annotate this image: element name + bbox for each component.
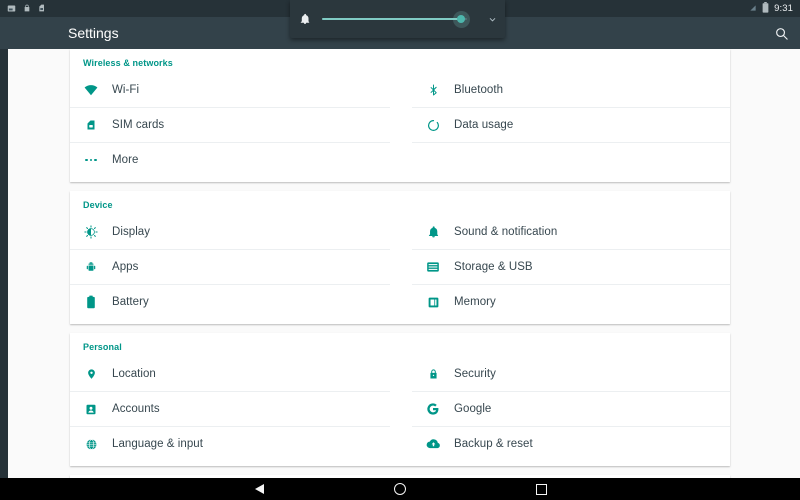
settings-row-bluetooth[interactable]: Bluetooth — [412, 73, 730, 108]
settings-row-label: Memory — [454, 296, 496, 308]
section-rows: Display Apps Battery Sound & notificatio… — [70, 215, 730, 320]
status-bar-left-icons — [0, 0, 46, 18]
globe-icon — [70, 438, 112, 451]
section-column-left: Wi-Fi SIM cards More — [70, 73, 400, 178]
settings-row-label: Accounts — [112, 403, 160, 415]
settings-row-security[interactable]: Security — [412, 357, 730, 392]
settings-row-label: Display — [112, 226, 151, 238]
settings-row-label: Sound & notification — [454, 226, 558, 238]
settings-row-label: Apps — [112, 261, 139, 273]
section-column-right: Bluetooth Data usage — [400, 73, 730, 178]
settings-row-label: SIM cards — [112, 119, 165, 131]
left-gutter — [0, 49, 8, 478]
settings-row-google[interactable]: Google — [412, 392, 730, 427]
navigation-bar — [0, 478, 800, 500]
account-icon — [70, 403, 112, 416]
settings-row-location[interactable]: Location — [70, 357, 390, 392]
lock-icon — [23, 0, 31, 18]
volume-slider-fill — [322, 18, 460, 20]
notification-bell-icon[interactable] — [290, 13, 320, 25]
settings-row-memory[interactable]: Memory — [412, 285, 730, 320]
settings-row-label: Language & input — [112, 438, 203, 450]
bell-icon — [412, 225, 454, 239]
brightness-icon — [70, 225, 112, 239]
storage-icon — [412, 261, 454, 273]
section-card-personal: Personal Location Accounts Language & in… — [70, 333, 730, 466]
google-g-icon — [412, 402, 454, 416]
settings-row-battery[interactable]: Battery — [70, 285, 390, 320]
battery-icon — [70, 295, 112, 309]
settings-row-wifi[interactable]: Wi-Fi — [70, 73, 390, 108]
lock-icon — [412, 367, 454, 381]
android-icon — [70, 260, 112, 274]
settings-row-label: Data usage — [454, 119, 514, 131]
location-pin-icon — [70, 367, 112, 381]
cloud-upload-icon — [412, 438, 454, 450]
search-icon[interactable] — [770, 22, 792, 44]
settings-row-data-usage[interactable]: Data usage — [412, 108, 730, 143]
settings-row-language-input[interactable]: Language & input — [70, 427, 390, 462]
settings-row-label: Backup & reset — [454, 438, 533, 450]
status-bar-clock: 9:31 — [774, 3, 793, 14]
section-header: Wireless & networks — [83, 58, 173, 68]
more-dots-icon — [70, 158, 112, 162]
section-header: Device — [83, 200, 113, 210]
settings-scroll-area[interactable]: Wireless & networks Wi-Fi SIM cards More… — [0, 49, 800, 478]
volume-slider-thumb[interactable] — [457, 15, 466, 23]
wifi-icon — [70, 83, 112, 97]
back-icon[interactable] — [246, 478, 272, 500]
settings-row-label: Location — [112, 368, 156, 380]
volume-panel[interactable] — [290, 0, 505, 38]
settings-row-storage-usb[interactable]: Storage & USB — [412, 250, 730, 285]
chevron-down-icon[interactable] — [479, 14, 505, 25]
bluetooth-icon — [412, 83, 454, 97]
settings-row-more[interactable]: More — [70, 143, 390, 178]
home-icon[interactable] — [387, 478, 413, 500]
settings-row-apps[interactable]: Apps — [70, 250, 390, 285]
sim-icon — [38, 0, 46, 18]
settings-row-label: More — [112, 154, 139, 166]
memory-icon — [412, 296, 454, 309]
section-column-right: Security Google Backup & reset — [400, 357, 730, 462]
volume-slider[interactable] — [320, 10, 475, 28]
section-card-device: Device Display Apps Battery Sound & noti… — [70, 191, 730, 324]
settings-row-label: Storage & USB — [454, 261, 533, 273]
settings-row-display[interactable]: Display — [70, 215, 390, 250]
section-card-wireless: Wireless & networks Wi-Fi SIM cards More… — [70, 49, 730, 182]
section-column-left: Display Apps Battery — [70, 215, 400, 320]
settings-row-empty — [412, 143, 730, 178]
settings-row-label: Security — [454, 368, 496, 380]
section-rows: Wi-Fi SIM cards More Bluetooth Data usag… — [70, 73, 730, 178]
signal-icon — [749, 0, 757, 18]
settings-row-sound-notification[interactable]: Sound & notification — [412, 215, 730, 250]
settings-row-label: Battery — [112, 296, 149, 308]
settings-cards: Wireless & networks Wi-Fi SIM cards More… — [70, 49, 730, 478]
settings-row-backup-reset[interactable]: Backup & reset — [412, 427, 730, 462]
section-rows: Location Accounts Language & input Secur… — [70, 357, 730, 462]
battery-icon — [762, 0, 769, 18]
section-header: Personal — [83, 342, 122, 352]
settings-row-label: Bluetooth — [454, 84, 504, 96]
settings-row-accounts[interactable]: Accounts — [70, 392, 390, 427]
section-column-right: Sound & notification Storage & USB Memor… — [400, 215, 730, 320]
status-bar-right: 9:31 — [749, 0, 793, 17]
screenshot-icon — [7, 0, 16, 18]
recents-icon[interactable] — [528, 478, 554, 500]
settings-row-sim-cards[interactable]: SIM cards — [70, 108, 390, 143]
settings-row-label: Wi-Fi — [112, 84, 140, 96]
android-settings-screen: 9:31 Settings Wireless & networks Wi-Fi … — [0, 0, 800, 500]
data-usage-icon — [412, 119, 454, 132]
settings-row-label: Google — [454, 403, 492, 415]
sim-card-icon — [70, 118, 112, 132]
section-column-left: Location Accounts Language & input — [70, 357, 400, 462]
page-title: Settings — [68, 25, 119, 41]
